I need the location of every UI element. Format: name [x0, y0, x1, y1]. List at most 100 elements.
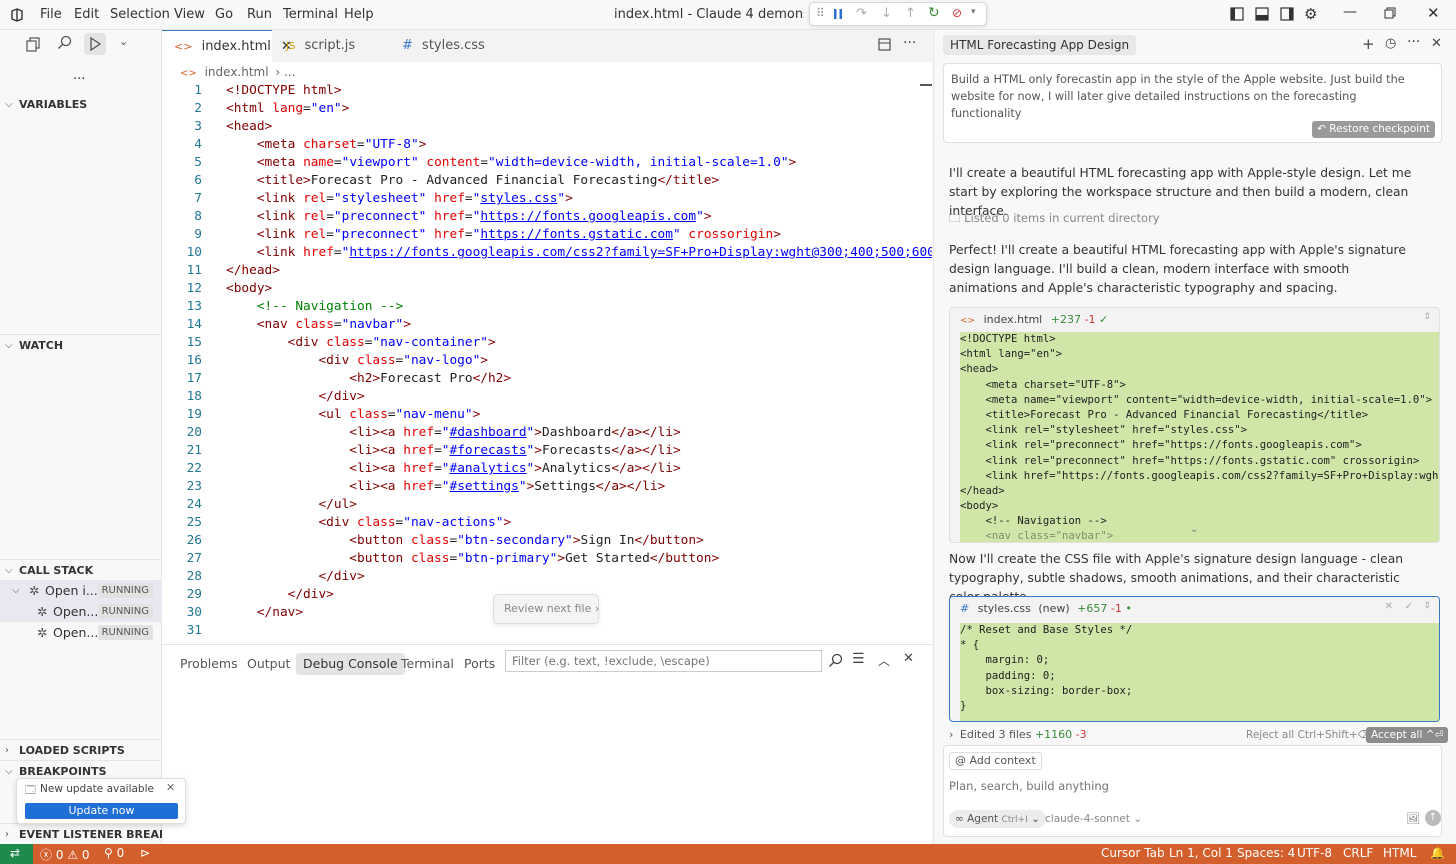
menu-terminal[interactable]: Terminal: [283, 7, 338, 22]
breadcrumb[interactable]: <> index.html › ...: [180, 63, 296, 81]
debug-icon[interactable]: ⊳: [140, 846, 150, 860]
edited-files-summary[interactable]: › Edited 3 files +1160 -3 Reject all Ctr…: [949, 725, 1449, 745]
menu-view[interactable]: View: [174, 7, 205, 22]
chevron-down-icon: ⌵: [5, 99, 13, 110]
more-actions-icon[interactable]: ···: [903, 35, 916, 51]
pause-icon[interactable]: [832, 7, 844, 21]
tab-script-js[interactable]: JS script.js: [274, 30, 386, 62]
toggle-panel-icon[interactable]: [1255, 7, 1269, 21]
diff-line: <title>Forecast Pro - Advanced Financial…: [960, 408, 1369, 421]
tab-styles-css[interactable]: # styles.css: [390, 30, 502, 62]
watch-section[interactable]: ⌵ WATCH: [0, 334, 162, 356]
encoding-status[interactable]: UTF-8: [1297, 846, 1332, 860]
code-line: 3 <head>: [194, 119, 273, 134]
more-actions-icon[interactable]: ···: [1407, 34, 1420, 50]
language-mode[interactable]: HTML: [1383, 846, 1416, 860]
restore-window-icon[interactable]: [1384, 7, 1396, 19]
chevron-down-icon[interactable]: ⌄: [1190, 524, 1198, 535]
cursor-position[interactable]: Ln 1, Col 1: [1169, 846, 1233, 860]
clear-console-icon[interactable]: ☰: [852, 651, 865, 667]
call-stack-item[interactable]: ✲ Open... RUNNING: [0, 601, 162, 622]
menu-file[interactable]: File: [40, 7, 62, 22]
chevron-down-icon: ⌄: [1133, 813, 1143, 825]
step-out-icon[interactable]: ↑: [905, 6, 916, 21]
step-over-icon[interactable]: ↷: [856, 6, 867, 21]
close-icon[interactable]: ✕: [1385, 601, 1393, 612]
update-now-button[interactable]: Update now: [25, 803, 178, 819]
errors-indicator[interactable]: ⓧ 0 ⚠ 0: [40, 846, 90, 863]
eol-status[interactable]: CRLF: [1343, 846, 1373, 860]
agent-mode-selector[interactable]: ∞ Agent Ctrl+I ⌄: [949, 810, 1046, 828]
settings-gear-icon[interactable]: ⚙: [1304, 5, 1317, 23]
scrollbar-thumb[interactable]: [920, 84, 932, 86]
notifications-bell-icon[interactable]: 🔔: [1430, 846, 1445, 860]
check-icon[interactable]: ✓: [1405, 601, 1413, 612]
restore-checkpoint-button[interactable]: ↶ Restore checkpoint: [1312, 121, 1435, 138]
menu-go[interactable]: Go: [215, 7, 233, 22]
history-icon[interactable]: ◷: [1385, 36, 1396, 51]
menu-selection[interactable]: Selection: [110, 7, 170, 22]
diff-code: <!DOCTYPE html> <html lang="en"> <head> <m…: [960, 332, 1439, 542]
minimize-icon[interactable]: —: [1343, 4, 1357, 20]
tab-problems[interactable]: Problems: [180, 653, 238, 675]
toggle-secondary-sidebar-icon[interactable]: [1280, 7, 1294, 21]
user-message[interactable]: Build a HTML only forecastin app in the …: [943, 63, 1442, 143]
close-icon[interactable]: ✕: [166, 781, 175, 794]
restart-icon[interactable]: ↻: [928, 5, 940, 21]
menu-help[interactable]: Help: [344, 7, 374, 22]
call-stack-item[interactable]: ✲ Open... RUNNING: [0, 622, 162, 643]
chevron-down-icon[interactable]: ▾: [971, 7, 976, 17]
check-icon: ✓: [1098, 313, 1109, 326]
tab-output[interactable]: Output: [247, 653, 290, 675]
close-window-icon[interactable]: ✕: [1427, 4, 1440, 22]
drag-handle-icon[interactable]: ⠿: [816, 6, 825, 20]
toggle-sidebar-icon[interactable]: [1230, 7, 1244, 21]
chat-input[interactable]: [949, 776, 1429, 796]
status-badge: RUNNING: [97, 583, 153, 598]
code-diff-block[interactable]: <> index.html +237 -1 ✓ ⇕ <!DOCTYPE html…: [949, 307, 1440, 543]
chevron-up-down-icon[interactable]: ⇕: [1423, 312, 1431, 322]
plus-icon[interactable]: +: [1362, 35, 1375, 53]
run-debug-icon[interactable]: [84, 33, 106, 55]
ports-indicator[interactable]: ⚲ 0: [104, 846, 124, 860]
loaded-scripts-section[interactable]: › LOADED SCRIPTS: [0, 739, 162, 761]
code-area[interactable]: 1 <!DOCTYPE html> 2 <html lang="en"> 3 <hea…: [162, 82, 932, 642]
code-line: 2 <html lang="en">: [194, 101, 350, 116]
reject-all-button[interactable]: Reject all Ctrl+Shift+⌫: [1246, 725, 1373, 745]
event-listener-breakpoints-section[interactable]: ›EVENT LISTENER BREAKPO...: [0, 823, 162, 845]
more-actions-icon[interactable]: ...: [73, 68, 85, 83]
chevron-up-down-icon[interactable]: ⇕: [1423, 601, 1431, 611]
search-icon[interactable]: [828, 653, 843, 668]
cursor-tab-status[interactable]: Cursor Tab: [1101, 846, 1165, 860]
menu-run[interactable]: Run: [247, 7, 272, 22]
close-icon[interactable]: ✕: [1431, 36, 1442, 51]
send-icon[interactable]: ↑: [1425, 810, 1441, 826]
search-icon[interactable]: [57, 35, 72, 50]
variables-section[interactable]: ⌵ VARIABLES: [0, 94, 162, 116]
close-icon[interactable]: ✕: [903, 651, 914, 666]
chevron-down-icon[interactable]: ⌄: [119, 35, 128, 48]
chevron-up-icon[interactable]: ︿: [878, 652, 890, 669]
filter-input[interactable]: [505, 650, 822, 672]
add-context-button[interactable]: @ Add context: [949, 752, 1042, 770]
tab-terminal[interactable]: Terminal: [401, 653, 454, 675]
tab-debug-console[interactable]: Debug Console: [296, 653, 405, 675]
image-icon[interactable]: 🖼: [1406, 812, 1420, 825]
disconnect-icon[interactable]: ⊘: [952, 6, 962, 20]
chat-title-tab[interactable]: HTML Forecasting App Design: [943, 35, 1137, 55]
step-into-icon[interactable]: ↓: [881, 6, 892, 21]
tab-ports[interactable]: Ports: [464, 653, 495, 675]
call-stack-section[interactable]: ⌵ CALL STACK: [0, 559, 162, 581]
app-logo-icon: [10, 8, 24, 22]
explorer-icon[interactable]: [26, 37, 41, 52]
code-diff-block[interactable]: # styles.css (new) +657 -1 • ✕ ✓ ⇕ /* Re…: [949, 596, 1440, 722]
at-icon: @: [955, 754, 966, 767]
model-selector[interactable]: claude-4-sonnet ⌄: [1045, 810, 1142, 828]
split-editor-icon[interactable]: [878, 38, 891, 51]
accept-all-button[interactable]: Accept all ^⏎: [1366, 727, 1449, 743]
indentation-status[interactable]: Spaces: 4: [1237, 846, 1295, 860]
call-stack-item[interactable]: ⌵ ✲ Open i... RUNNING: [0, 580, 162, 601]
tab-index-html[interactable]: <> index.html ✕: [162, 30, 292, 62]
menu-edit[interactable]: Edit: [74, 7, 99, 22]
review-next-file-button[interactable]: Review next file ›: [493, 594, 599, 624]
